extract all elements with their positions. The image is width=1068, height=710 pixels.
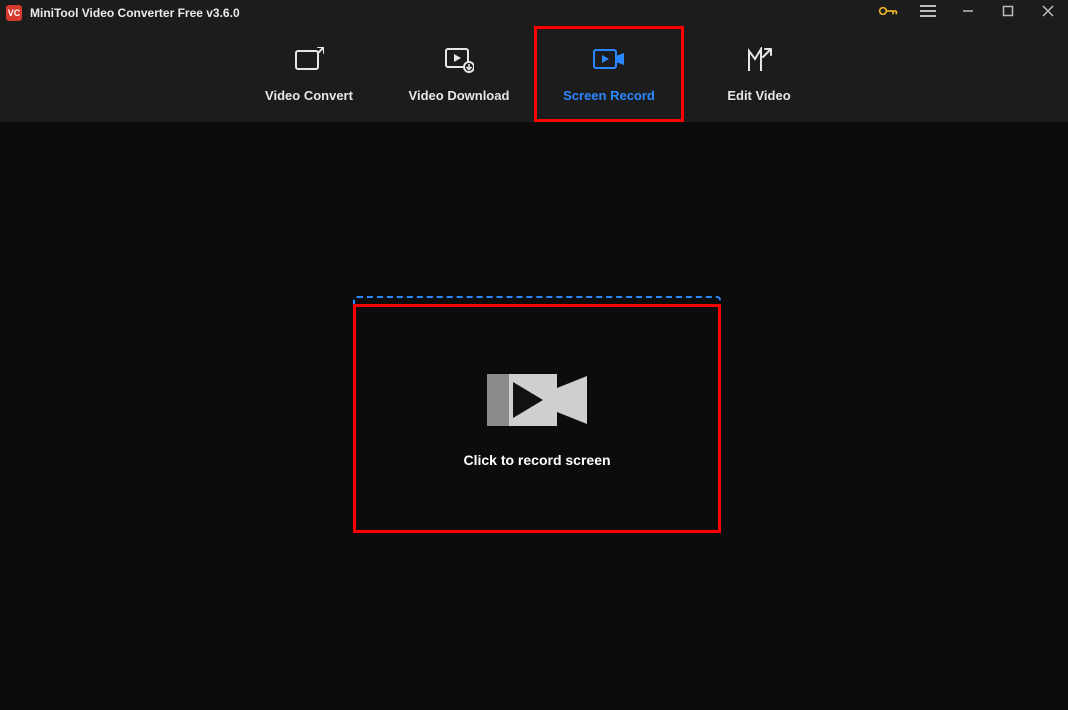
minimize-icon: [962, 4, 974, 22]
app-icon: VC: [6, 5, 22, 21]
maximize-button[interactable]: [988, 0, 1028, 26]
hamburger-icon: [920, 4, 936, 22]
window-title: MiniTool Video Converter Free v3.6.0: [30, 6, 240, 20]
tab-video-download-label: Video Download: [409, 88, 510, 103]
minimize-button[interactable]: [948, 0, 988, 26]
tab-screen-record[interactable]: Screen Record: [534, 26, 684, 122]
tab-screen-record-label: Screen Record: [563, 88, 655, 103]
record-screen-button[interactable]: Click to record screen: [353, 304, 721, 533]
tab-edit-video[interactable]: Edit Video: [684, 26, 834, 122]
maximize-icon: [1002, 4, 1014, 22]
menu-button[interactable]: [908, 0, 948, 26]
key-icon: [878, 4, 898, 23]
tab-edit-video-label: Edit Video: [727, 88, 790, 103]
camera-icon: [487, 370, 587, 430]
tab-video-download[interactable]: Video Download: [384, 26, 534, 122]
record-screen-label: Click to record screen: [463, 452, 610, 468]
edit-video-icon: [745, 46, 773, 74]
download-icon: [444, 46, 474, 74]
close-icon: [1042, 4, 1054, 22]
convert-icon: [294, 46, 324, 74]
titlebar: VC MiniTool Video Converter Free v3.6.0: [0, 0, 1068, 26]
tab-video-convert-label: Video Convert: [265, 88, 353, 103]
main-tabs: Video Convert Video Download Screen Reco…: [0, 26, 1068, 122]
close-button[interactable]: [1028, 0, 1068, 26]
screen-record-icon: [592, 46, 626, 74]
upgrade-key-button[interactable]: [868, 0, 908, 26]
main-area: Click to record screen: [0, 122, 1068, 710]
tab-video-convert[interactable]: Video Convert: [234, 26, 384, 122]
